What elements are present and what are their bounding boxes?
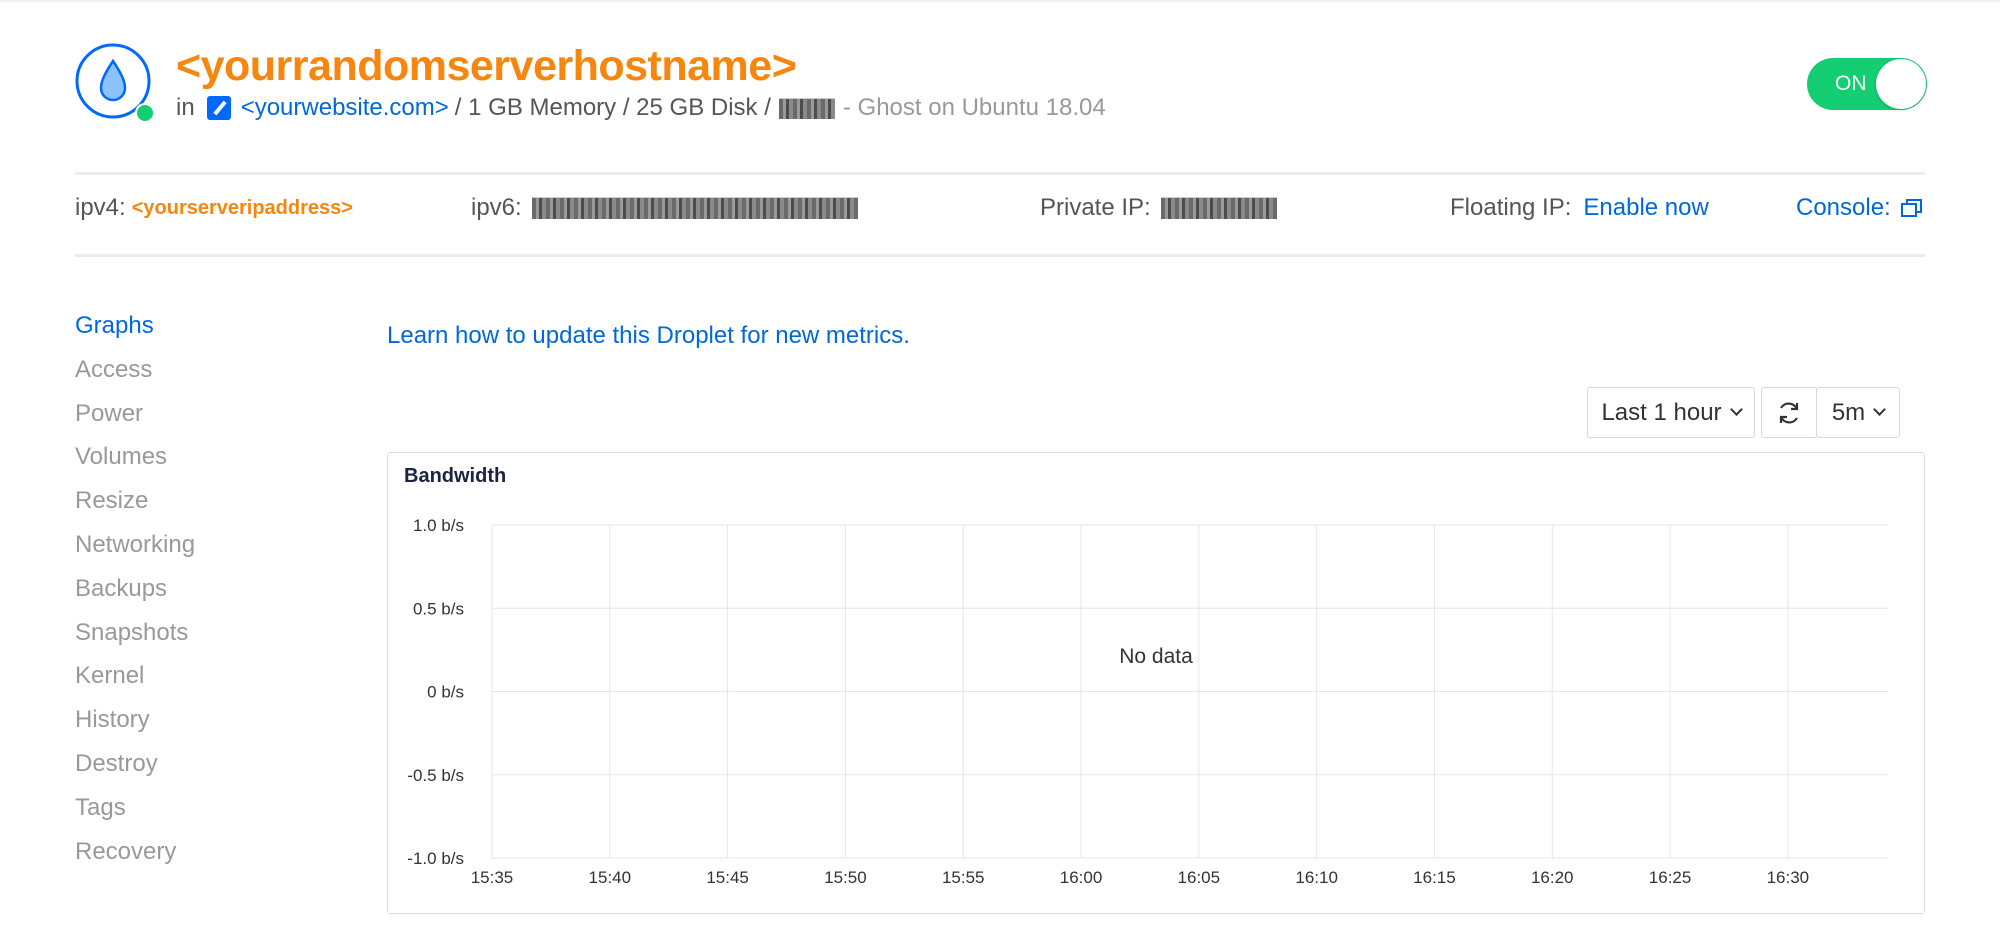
droplet-sidebar: Graphs Access Power Volumes Resize Netwo… — [75, 308, 195, 877]
ipv6-field: ipv6: — [471, 194, 858, 222]
power-toggle[interactable]: ON — [1807, 58, 1927, 110]
divider — [75, 254, 1925, 257]
sidebar-item-resize[interactable]: Resize — [75, 483, 195, 527]
droplet-icon — [75, 43, 155, 123]
refresh-button[interactable] — [1761, 387, 1817, 438]
x-tick-label: 15:35 — [471, 868, 514, 887]
droplet-image: - Ghost on Ubuntu 18.04 — [842, 94, 1106, 121]
y-tick-label: 1.0 b/s — [413, 516, 464, 535]
ipv4-field: ipv4: <yourserveripaddress> — [75, 194, 353, 222]
droplet-hostname: <yourrandomserverhostname> — [176, 42, 797, 90]
time-range-select[interactable]: Last 1 hour — [1587, 387, 1755, 438]
floating-ip-field: Floating IP: Enable now — [1450, 194, 1709, 222]
project-link[interactable]: <yourwebsite.com> — [241, 94, 449, 122]
x-tick-label: 16:00 — [1060, 868, 1103, 887]
y-tick-label: 0.5 b/s — [413, 599, 464, 618]
y-tick-label: -1.0 b/s — [407, 849, 464, 868]
x-tick-label: 15:45 — [706, 868, 749, 887]
chevron-down-icon — [1729, 403, 1743, 416]
divider — [75, 172, 1925, 175]
floating-ip-label: Floating IP: — [1450, 194, 1572, 221]
bandwidth-graph-panel: Bandwidth 1.0 b/s 0.5 b/s 0 b/s -0.5 b/s -1.… — [387, 452, 1925, 914]
redacted-region — [778, 97, 835, 119]
no-data-message: No data — [1119, 645, 1193, 668]
ipv4-value[interactable]: <yourserveripaddress> — [132, 197, 353, 220]
y-tick-label: 0 b/s — [427, 683, 464, 702]
learn-metrics-link[interactable]: Learn how to update this Droplet for new… — [387, 322, 910, 350]
x-tick-label: 16:10 — [1295, 868, 1338, 887]
x-tick-label: 16:30 — [1767, 868, 1810, 887]
ipv6-label: ipv6: — [471, 194, 522, 221]
sidebar-item-networking[interactable]: Networking — [75, 527, 195, 571]
private-ip-value-redacted[interactable] — [1160, 197, 1277, 219]
ipv4-label: ipv4: — [75, 194, 126, 221]
private-ip-field: Private IP: — [1040, 194, 1277, 222]
x-tick-label: 16:05 — [1178, 868, 1221, 887]
chevron-down-icon — [1873, 403, 1887, 416]
sidebar-item-backups[interactable]: Backups — [75, 571, 195, 615]
x-tick-label: 16:20 — [1531, 868, 1574, 887]
sidebar-item-graphs[interactable]: Graphs — [75, 308, 195, 352]
x-tick-label: 16:25 — [1649, 868, 1692, 887]
refresh-icon — [1779, 402, 1799, 423]
private-ip-label: Private IP: — [1040, 194, 1151, 221]
sidebar-item-volumes[interactable]: Volumes — [75, 439, 195, 483]
ipv6-value-redacted[interactable] — [531, 197, 858, 219]
interval-select[interactable]: 5m — [1816, 387, 1900, 438]
enable-floating-ip-link[interactable]: Enable now — [1583, 194, 1708, 222]
console-link[interactable]: Console: — [1796, 194, 1923, 222]
sidebar-item-tags[interactable]: Tags — [75, 790, 195, 834]
time-range-value: Last 1 hour — [1601, 398, 1722, 426]
top-border — [0, 0, 2000, 2]
interval-value: 5m — [1831, 398, 1866, 426]
sidebar-item-destroy[interactable]: Destroy — [75, 746, 195, 790]
sidebar-item-recovery[interactable]: Recovery — [75, 834, 195, 878]
x-tick-label: 15:55 — [942, 868, 985, 887]
sidebar-item-snapshots[interactable]: Snapshots — [75, 615, 195, 659]
x-tick-label: 15:40 — [589, 868, 632, 887]
external-window-icon — [1900, 199, 1922, 217]
bandwidth-chart: 1.0 b/s 0.5 b/s 0 b/s -0.5 b/s -1.0 b/s 15:35… — [407, 516, 1888, 887]
sidebar-item-power[interactable]: Power — [75, 396, 195, 440]
sidebar-item-kernel[interactable]: Kernel — [75, 658, 195, 702]
status-dot — [137, 105, 153, 121]
y-tick-label: -0.5 b/s — [407, 766, 464, 785]
console-label: Console: — [1796, 194, 1891, 221]
x-tick-label: 16:15 — [1413, 868, 1456, 887]
in-label: in — [176, 94, 195, 121]
x-tick-label: 15:50 — [824, 868, 867, 887]
power-toggle-label: ON — [1835, 72, 1867, 95]
sidebar-item-access[interactable]: Access — [75, 352, 195, 396]
droplet-specs: / 1 GB Memory / 25 GB Disk / — [454, 94, 771, 121]
sidebar-item-history[interactable]: History — [75, 702, 195, 746]
project-icon — [206, 96, 231, 120]
toggle-knob — [1876, 59, 1926, 109]
droplet-subline: in <yourwebsite.com> / 1 GB Memory / 25 … — [176, 94, 1106, 122]
